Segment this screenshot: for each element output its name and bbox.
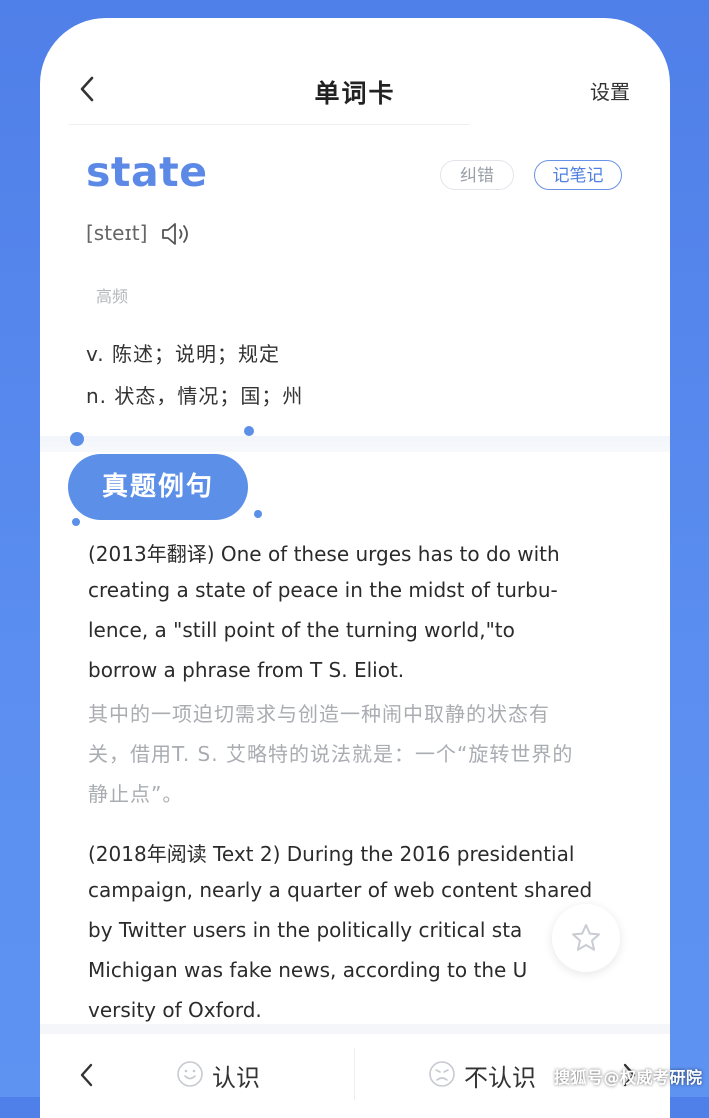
top-bar: 单词卡 设置 <box>40 18 670 128</box>
section-tag-exam-examples: 真题例句 <box>68 454 248 520</box>
pronounce-button[interactable] <box>160 221 194 247</box>
example-1-zh-line: 关，借用T. S. 艾略特的说法就是：一个“旋转世界的 <box>88 742 574 766</box>
smile-face-icon <box>177 1061 203 1087</box>
report-error-button[interactable]: 纠错 <box>440 160 514 190</box>
section-divider <box>40 436 670 452</box>
phonetic: [steɪt] <box>86 221 148 245</box>
speaker-icon <box>162 223 188 245</box>
example-2-en-line: Michigan was fake news, according to the… <box>88 958 528 982</box>
example-2-en-line: campaign, nearly a quarter of web conten… <box>88 878 593 902</box>
dont-know-label: 不认识 <box>464 1064 536 1092</box>
headword: state <box>86 148 208 196</box>
frequency-tag: 高频 <box>96 287 129 306</box>
example-2-en-line: by Twitter users in the politically crit… <box>88 918 523 942</box>
example-2-en-line: (2018年阅读 Text 2) During the 2016 preside… <box>88 842 575 866</box>
definition-verb: v. 陈述；说明；规定 <box>86 342 280 366</box>
settings-button[interactable]: 设置 <box>590 76 630 105</box>
watermark: 搜狐号@权威考研院 <box>554 1068 703 1087</box>
chevron-left-icon <box>80 1063 93 1087</box>
example-1-en-line: (2013年翻译) One of these urges has to do w… <box>88 542 560 566</box>
know-label: 认识 <box>212 1064 260 1092</box>
example-1-en-line: creating a state of peace in the midst o… <box>88 578 558 602</box>
example-1-en-line: borrow a phrase from T S. Eliot. <box>88 658 405 682</box>
example-1-zh-line: 静止点”。 <box>88 782 184 806</box>
example-1-zh-line: 其中的一项迫切需求与创造一种闹中取静的状态有 <box>88 702 550 726</box>
star-icon <box>572 924 600 951</box>
header-divider <box>68 124 470 125</box>
take-note-button[interactable]: 记笔记 <box>534 160 622 190</box>
decor-dot <box>244 426 254 436</box>
sad-face-icon <box>429 1061 455 1087</box>
favorite-button[interactable] <box>552 904 620 972</box>
page-title: 单词卡 <box>314 79 396 108</box>
example-2-en-line: versity of Oxford. <box>88 998 262 1022</box>
definition-noun: n. 状态，情况；国；州 <box>86 384 304 408</box>
word-card-screen: 单词卡 设置 state 纠错 记笔记 [steɪt] 高频 v. 陈述；说明；… <box>40 18 670 1118</box>
bottom-bar-divider <box>354 1048 355 1100</box>
example-1-en-line: lence, a "still point of the turning wor… <box>88 618 515 642</box>
decor-dot <box>254 510 262 518</box>
decor-dot <box>72 518 80 526</box>
previous-word-button[interactable] <box>78 1062 96 1088</box>
bottom-divider <box>40 1024 670 1034</box>
decor-dot <box>70 432 84 446</box>
